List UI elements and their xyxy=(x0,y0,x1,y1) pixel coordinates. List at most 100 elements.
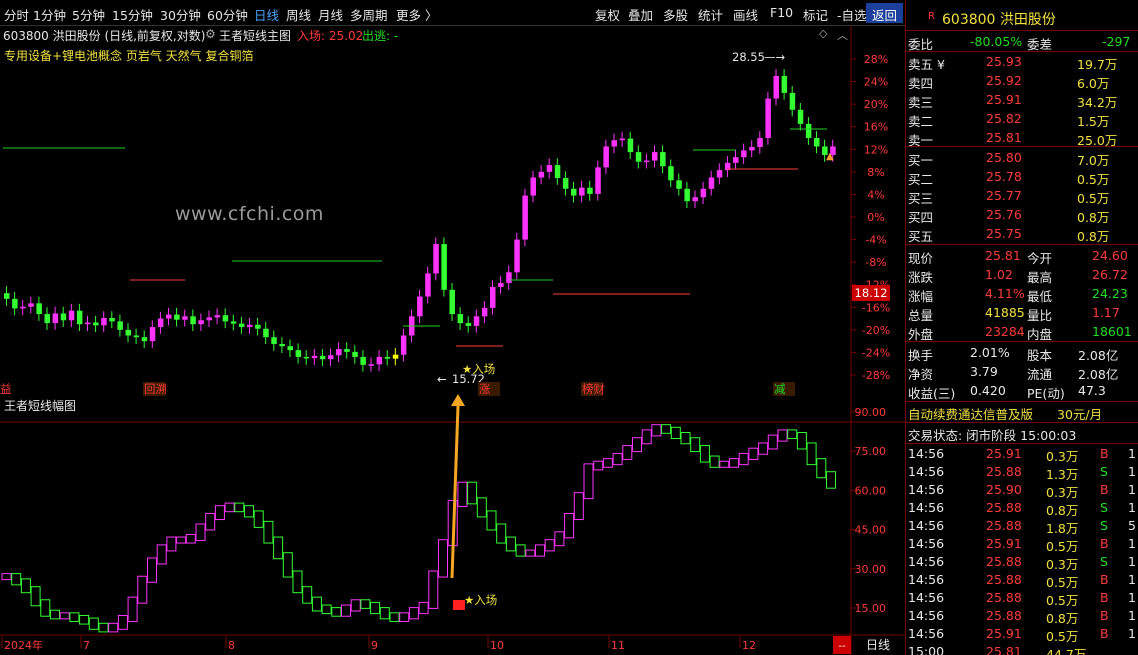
candle-body xyxy=(781,75,788,93)
tick-row: 14:56 25.88 1.8万 S 5 xyxy=(906,517,1138,536)
candle-body xyxy=(498,283,504,287)
add-watchlist-button[interactable]: -自选 xyxy=(837,5,867,24)
candle-body xyxy=(797,109,804,124)
event-marker[interactable]: 涨 xyxy=(479,382,491,396)
tab-15min[interactable]: 15分钟 xyxy=(112,5,153,24)
service-row[interactable]: 自动续费通达信普及版 30元/月 xyxy=(906,403,1138,423)
tick-time: 14:56 xyxy=(908,464,945,479)
return-button[interactable]: 返回 xyxy=(865,3,903,23)
candle-body xyxy=(417,296,423,317)
chevron-up-icon[interactable]: ︿ xyxy=(837,27,848,43)
scroll-icon[interactable]: -- xyxy=(838,641,846,652)
event-marker[interactable]: 回溯 xyxy=(144,382,167,396)
stat-value: 23284 xyxy=(985,324,1025,339)
candle-body xyxy=(198,320,204,325)
tick-price: 25.90 xyxy=(986,482,1022,497)
ask-row: 卖二 25.82 1.5万 xyxy=(906,110,1138,129)
sub-step-box xyxy=(79,614,90,625)
candle-body xyxy=(352,351,358,357)
sub-step-box xyxy=(690,437,701,453)
tick-row: 14:56 25.88 1.3万 S 1 xyxy=(906,463,1138,482)
tick-count: 1 xyxy=(1128,572,1136,587)
sub-step-box xyxy=(564,513,575,539)
multi-stock-button[interactable]: 多股 xyxy=(663,5,688,24)
tick-price: 25.91 xyxy=(986,536,1022,551)
tab-weekly[interactable]: 周线 xyxy=(286,5,311,24)
mark-button[interactable]: 标记 xyxy=(803,5,828,24)
service-label[interactable]: 自动续费通达信普及版 xyxy=(908,404,1033,423)
tab-multi-period[interactable]: 多周期 xyxy=(350,5,388,24)
entry-marker: ★入场 xyxy=(462,362,495,376)
tick-count: 1 xyxy=(1128,608,1136,623)
candle-body xyxy=(125,329,131,336)
sub-step-box xyxy=(379,607,390,620)
candle-body xyxy=(319,355,326,360)
candle-body xyxy=(400,335,407,355)
ask-price: 25.93 xyxy=(986,54,1022,69)
tab-1min[interactable]: 1分钟 xyxy=(33,5,66,24)
sub-step-box xyxy=(244,505,254,518)
candle-body xyxy=(668,166,674,181)
period-button[interactable]: 日线 xyxy=(866,638,890,652)
candle-body xyxy=(141,337,148,342)
stat-row: 涨跌 1.02 最高 26.72 xyxy=(906,266,1138,285)
y-tick-label: -8% xyxy=(865,256,886,269)
sub-step-box xyxy=(680,432,691,445)
tick-count: 1 xyxy=(1128,464,1136,479)
sub-step-box xyxy=(758,442,769,455)
sub-step-box xyxy=(234,502,245,513)
draw-line-button[interactable]: 画线 xyxy=(733,5,758,24)
watermark-text: www.cfchi.com xyxy=(175,203,324,225)
tab-daily[interactable]: 日线 xyxy=(254,5,279,24)
candle-body xyxy=(52,313,59,324)
stat-label: PE(动) xyxy=(1027,386,1065,401)
sub-step-box xyxy=(156,544,167,565)
candle-body xyxy=(425,273,431,297)
candle-body xyxy=(433,244,439,274)
indicator-settings-icon[interactable]: ⚙ xyxy=(205,27,216,41)
x-tick-label: 7 xyxy=(83,639,90,652)
statistics-button[interactable]: 统计 xyxy=(698,5,723,24)
candle-body xyxy=(287,346,293,351)
tab-60min[interactable]: 60分钟 xyxy=(207,5,248,24)
ask-volume: 1.5万 xyxy=(1077,114,1110,129)
tab-fenshi[interactable]: 分时 xyxy=(4,5,29,24)
candle-body xyxy=(571,188,577,196)
tab-more[interactable]: 更多 〉 xyxy=(396,5,437,24)
tick-row: 14:56 25.88 0.8万 S 1 xyxy=(906,499,1138,518)
tick-price: 25.88 xyxy=(986,590,1022,605)
sub-step-box xyxy=(729,458,739,468)
exit-label: 出逃: - xyxy=(362,29,399,43)
stat-label: 净资 xyxy=(908,367,934,382)
overlay-button[interactable]: 叠加 xyxy=(628,5,653,24)
tab-monthly[interactable]: 月线 xyxy=(318,5,343,24)
sub-step-box xyxy=(195,523,206,541)
sub-indicator-title[interactable]: 王者短线幅图 xyxy=(4,398,76,413)
quote-title-row: R 603800 洪田股份 xyxy=(906,8,1138,28)
sub-step-box xyxy=(224,502,235,513)
sub-step-box xyxy=(147,557,157,583)
candle-body xyxy=(814,138,820,147)
candle-body xyxy=(255,324,261,329)
sub-step-box xyxy=(370,601,381,615)
event-marker[interactable]: 榜财 xyxy=(582,382,605,396)
diamond-icon[interactable]: ◇ xyxy=(819,27,827,40)
tick-side: B xyxy=(1100,572,1109,587)
ask-row: 卖三 25.91 34.2万 xyxy=(906,91,1138,110)
sub-step-box xyxy=(826,471,836,489)
stat-value: 0.420 xyxy=(970,383,1006,398)
stat-row: 外盘 23284 内盘 18601 xyxy=(906,323,1138,342)
candle-body xyxy=(619,138,626,141)
tick-side: B xyxy=(1100,590,1109,605)
tab-30min[interactable]: 30分钟 xyxy=(160,5,201,24)
f10-button[interactable]: F10 xyxy=(770,5,793,20)
indicator-name[interactable]: 王者短线主图 xyxy=(219,27,291,44)
fuquan-button[interactable]: 复权 xyxy=(595,5,620,24)
kline-chart-area[interactable]: 28%24%20%16%12%8%4%0%-4%-8%-12%-16%-20%-… xyxy=(0,26,905,655)
stat-label: 总量 xyxy=(908,308,934,323)
candle-body xyxy=(149,327,156,342)
tab-5min[interactable]: 5分钟 xyxy=(72,5,105,24)
stat-label: 现价 xyxy=(908,251,934,266)
event-marker[interactable]: 减 xyxy=(774,382,786,396)
stat-value: 1.02 xyxy=(985,267,1013,282)
